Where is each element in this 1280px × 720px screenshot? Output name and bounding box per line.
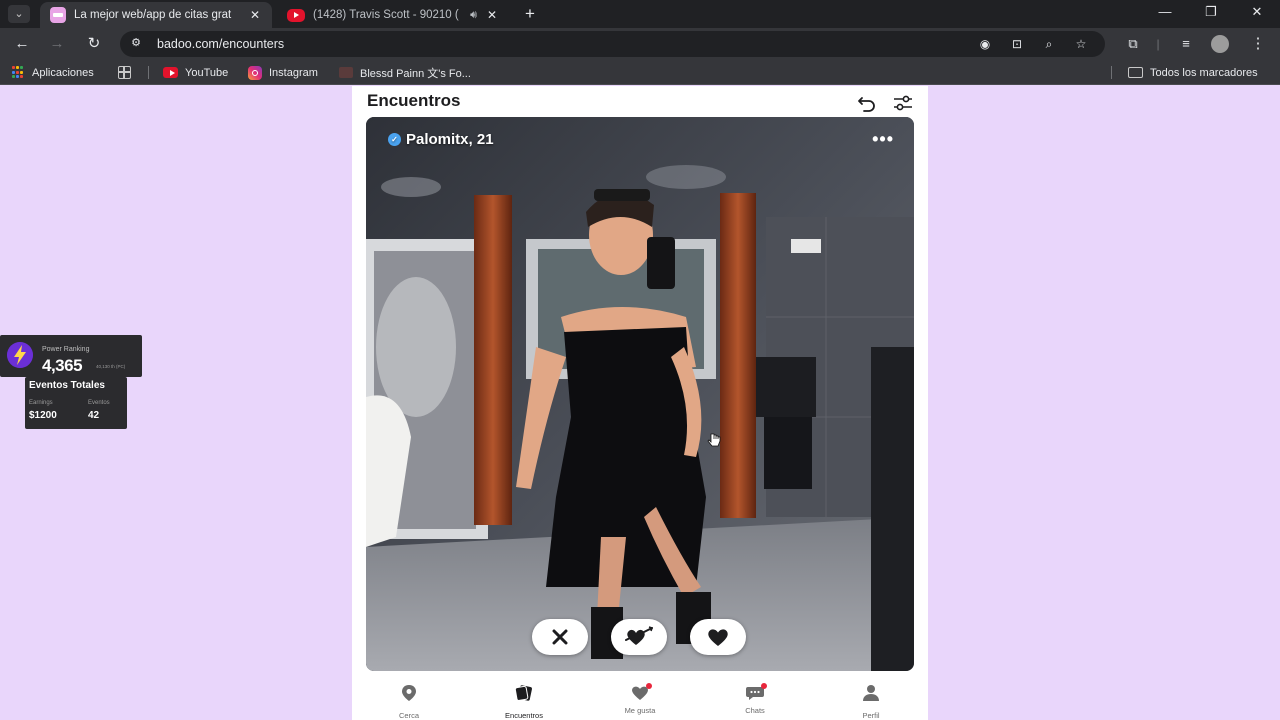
more-options-icon[interactable]: ••• <box>872 129 894 150</box>
bookmark-thumbnail-icon <box>339 67 353 78</box>
all-bookmarks-label: Todos los marcadores <box>1150 66 1258 79</box>
separator: | <box>1156 37 1160 51</box>
earnings-label: Earnings <box>29 400 53 406</box>
instagram-icon <box>248 65 262 80</box>
bookmark-instagram[interactable]: Instagram <box>248 64 318 81</box>
profile-card[interactable]: ✓ Palomitx, 21 ••• <box>366 117 914 671</box>
heart-icon <box>708 629 728 646</box>
lightning-icon <box>7 342 33 368</box>
bookmark-label: Aplicaciones <box>32 66 94 79</box>
back-button[interactable]: ← <box>12 34 32 54</box>
restore-button[interactable]: ❐ <box>1201 4 1221 20</box>
nav-encuentros[interactable]: Encuentros <box>484 684 564 720</box>
tab-search-button[interactable]: ⌄ <box>8 5 30 23</box>
chat-icon <box>745 683 767 702</box>
bookmark-label: Instagram <box>269 66 318 79</box>
reload-button[interactable]: ↻ <box>84 34 104 54</box>
crush-heart-icon <box>625 626 654 645</box>
nav-me-gusta[interactable]: Me gusta <box>600 683 680 715</box>
notification-dot <box>761 683 767 689</box>
profile-name: ✓ Palomitx, 21 <box>388 131 494 148</box>
tab-youtube[interactable]: (1428) Travis Scott - 90210 ( 🔊︎ ✕ <box>277 2 509 28</box>
separator <box>148 66 149 79</box>
verified-badge-icon: ✓ <box>388 133 401 146</box>
navigation-bar: ← → ↻ ⚙︎ badoo.com/encounters ◉ ⊡ ⌕ ☆ ⧉ … <box>0 28 1280 60</box>
bottom-navigation: Cerca Encuentros Me gusta Chats Perfil <box>352 682 928 720</box>
new-tab-button[interactable]: + <box>521 4 539 24</box>
bookmark-blessd[interactable]: Blessd Painn 文's Fo... <box>339 64 471 81</box>
nav-label: Perfil <box>862 711 880 720</box>
bookmark-label: YouTube <box>185 66 229 79</box>
avatar[interactable] <box>1211 34 1231 54</box>
like-button[interactable] <box>690 619 746 655</box>
all-bookmarks[interactable]: Todos los marcadores <box>1128 64 1258 81</box>
media-controls-icon[interactable]: ≡ <box>1176 34 1196 54</box>
close-tab-icon[interactable]: ✕ <box>485 8 499 22</box>
bookmarks-bar: Aplicaciones YouTube Instagram Blessd Pa… <box>0 60 1280 85</box>
site-info-icon[interactable]: ⚙︎ <box>128 36 144 52</box>
tab-badoo[interactable]: La mejor web/app de citas grat ✕ <box>40 2 272 28</box>
profile-photo <box>366 117 914 671</box>
notification-dot <box>646 683 652 689</box>
address-bar[interactable]: ⚙︎ badoo.com/encounters ◉ ⊡ ⌕ ☆ <box>120 31 1105 57</box>
power-ranking-value: 4,365 <box>42 356 83 375</box>
filters-icon[interactable] <box>892 92 914 114</box>
tab-title: La mejor web/app de citas grat <box>74 9 232 21</box>
location-icon[interactable]: ◉ <box>976 35 994 53</box>
forward-button[interactable]: → <box>47 34 67 54</box>
apps-grid-icon <box>12 66 25 79</box>
youtube-favicon-icon <box>287 8 305 22</box>
bookmark-label: Blessd Painn 文's Fo... <box>360 67 471 80</box>
undo-icon[interactable] <box>856 92 878 114</box>
browser-menu-icon[interactable]: ⋮ <box>1248 34 1268 54</box>
tab-groups-button[interactable] <box>118 64 131 81</box>
location-pin-icon <box>402 685 416 701</box>
nav-chats[interactable]: Chats <box>715 683 795 715</box>
power-ranking-label: Power Ranking <box>42 346 90 353</box>
tab-groups-icon <box>118 66 131 79</box>
page-title: Encuentros <box>367 91 461 110</box>
user-icon <box>863 685 879 701</box>
close-tab-icon[interactable]: ✕ <box>248 8 262 22</box>
bookmark-star-icon[interactable]: ☆ <box>1072 35 1090 53</box>
bookmark-youtube[interactable]: YouTube <box>163 64 228 81</box>
hand-cursor-icon <box>707 433 721 447</box>
events-widget: Eventos Totales Earnings $1200 Eventos 4… <box>25 377 127 429</box>
extensions-icon[interactable]: ⧉ <box>1123 34 1143 54</box>
likes-icon <box>630 683 652 702</box>
close-window-button[interactable]: ✕ <box>1247 4 1267 20</box>
events-value: 42 <box>88 410 100 421</box>
earnings-value: $1200 <box>29 410 57 421</box>
zoom-icon[interactable]: ⌕ <box>1040 35 1058 53</box>
nav-cerca[interactable]: Cerca <box>369 684 449 720</box>
events-title: Eventos Totales <box>29 380 105 391</box>
crush-button[interactable] <box>611 619 667 655</box>
separator <box>1111 66 1112 79</box>
folder-icon <box>1128 67 1143 78</box>
nav-label: Me gusta <box>624 706 656 715</box>
events-label: Eventos <box>88 400 110 406</box>
bookmark-apps[interactable]: Aplicaciones <box>12 64 94 81</box>
dislike-button[interactable] <box>532 619 588 655</box>
encounters-panel: Encuentros ✓ Palomitx, 21 ••• Cerca Encu… <box>352 86 928 720</box>
nav-label: Cerca <box>398 711 419 720</box>
power-ranking-widget: Power Ranking 4,365 40,130 th (PC) <box>0 335 142 377</box>
power-ranking-sub: 40,130 th (PC) <box>96 364 126 369</box>
tab-strip: ⌄ La mejor web/app de citas grat ✕ (1428… <box>0 0 1280 28</box>
youtube-icon <box>163 67 178 78</box>
url-text[interactable]: badoo.com/encounters <box>157 37 284 51</box>
badoo-favicon-icon <box>50 7 66 23</box>
profile-name-text: Palomitx, 21 <box>406 131 494 148</box>
nav-label: Chats <box>745 706 765 715</box>
close-icon <box>552 629 568 645</box>
nav-label: Encuentros <box>505 711 543 720</box>
install-app-icon[interactable]: ⊡ <box>1008 35 1026 53</box>
tab-title: (1428) Travis Scott - 90210 ( <box>313 9 459 21</box>
cards-icon <box>514 685 532 701</box>
minimize-button[interactable]: — <box>1155 4 1175 19</box>
speaker-icon[interactable]: 🔊︎ <box>470 9 477 22</box>
nav-perfil[interactable]: Perfil <box>831 684 911 720</box>
